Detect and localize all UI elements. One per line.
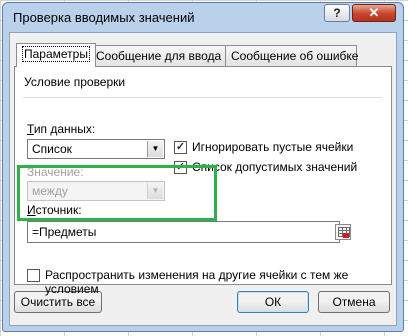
apply-all-checkbox[interactable] <box>27 269 40 282</box>
tab-settings-label: Параметры <box>22 46 90 62</box>
data-type-select[interactable]: Список ▼ <box>27 139 165 159</box>
tab-error-alert-label: Сообщение об ошибке <box>231 49 359 63</box>
cancel-label: Отмена <box>332 295 376 309</box>
source-highlight-box <box>17 165 217 221</box>
data-type-label: Тип данных: <box>27 122 96 136</box>
source-value: =Предметы <box>32 225 97 239</box>
tab-error-alert[interactable]: Сообщение об ошибке <box>225 45 359 66</box>
collapse-arrow-glyph <box>343 233 349 238</box>
close-button[interactable]: ✕ <box>352 4 396 22</box>
help-icon: ? <box>333 6 341 20</box>
group-divider <box>23 97 382 98</box>
data-validation-dialog: Проверка вводимых значений ? ✕ Параметры… <box>2 2 404 332</box>
clear-all-label: Очистить все <box>20 295 96 309</box>
tab-input-message-label: Сообщение для ввода <box>96 49 222 63</box>
ok-label: ОК <box>264 295 282 309</box>
apply-all-label: Распространить изменения на другие ячейк… <box>45 268 349 296</box>
data-type-value: Список <box>32 142 72 156</box>
title-bar[interactable]: Проверка вводимых значений ? ✕ <box>3 3 403 31</box>
help-button[interactable]: ? <box>324 4 350 22</box>
ignore-blank-label: Игнорировать пустые ячейки <box>192 140 354 154</box>
chevron-down-icon[interactable]: ▼ <box>147 141 163 157</box>
tab-settings[interactable]: Параметры <box>16 43 96 67</box>
source-input[interactable]: =Предметы <box>27 221 351 243</box>
ignore-blank-checkbox[interactable]: ✓ <box>174 141 187 154</box>
range-select-icon[interactable] <box>335 224 351 240</box>
tab-input-message[interactable]: Сообщение для ввода <box>90 45 226 66</box>
dialog-title: Проверка вводимых значений <box>13 10 195 25</box>
close-icon: ✕ <box>368 5 380 20</box>
data-type-label-text: ип данных: <box>33 122 96 136</box>
validation-criteria-label: Условие проверки <box>24 75 126 89</box>
